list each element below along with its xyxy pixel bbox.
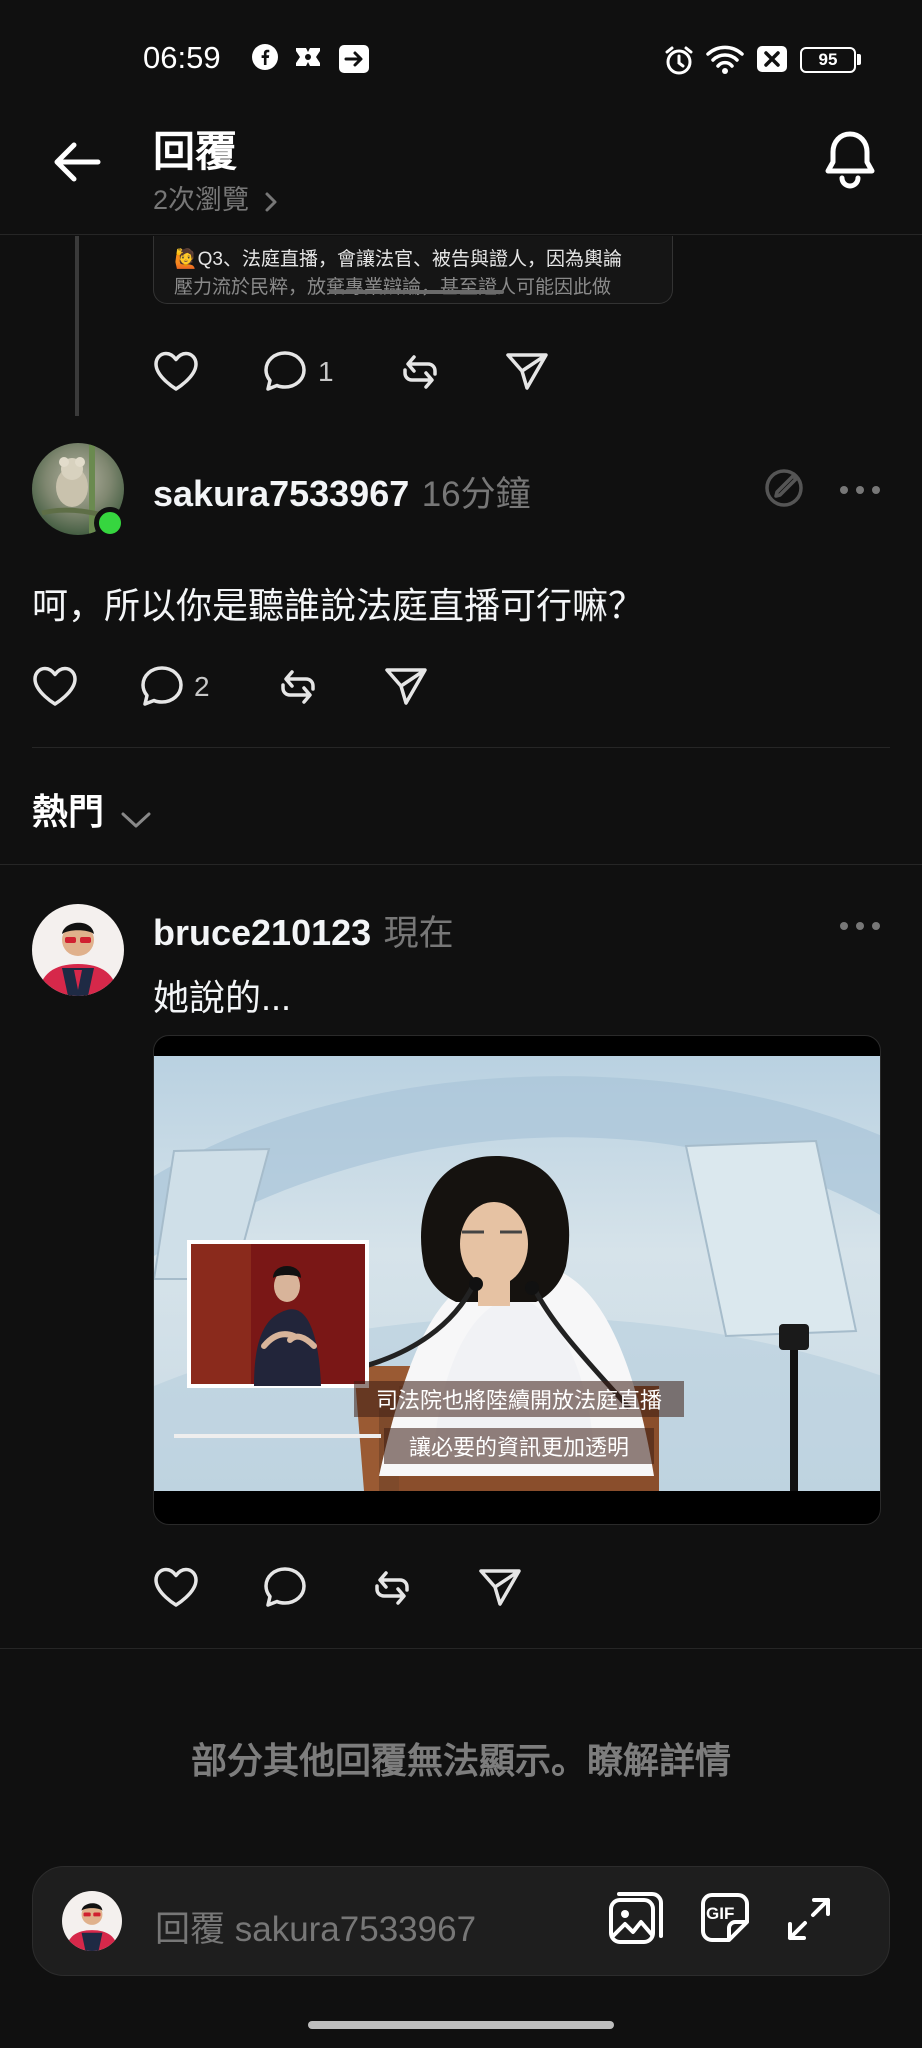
comment-button[interactable] [263, 350, 307, 392]
share-button[interactable] [478, 1566, 522, 1608]
like-button[interactable] [153, 1566, 199, 1608]
gif-icon[interactable]: GIF [697, 1890, 753, 1946]
more-options-icon[interactable] [838, 484, 882, 496]
quoted-scroll-indicator [329, 290, 504, 294]
facebook-icon [252, 44, 278, 70]
reply-input[interactable]: 回覆 sakura7533967 [155, 1901, 476, 1952]
video-frame: 司法院也將陸續開放法庭直播 讓必要的資訊更加透明 [154, 1056, 880, 1491]
chevron-down-icon [120, 810, 152, 830]
comment-button[interactable] [263, 1566, 307, 1608]
header-divider [0, 234, 922, 235]
battery-icon: 95 [800, 47, 856, 73]
like-button[interactable] [32, 665, 78, 707]
reply-count: 2 [194, 671, 210, 702]
edit-icon[interactable] [762, 466, 806, 510]
bell-icon[interactable] [822, 128, 878, 190]
reply-count: 1 [318, 356, 334, 387]
sim-icon [756, 44, 788, 74]
divider [0, 864, 922, 865]
divider [0, 1648, 922, 1649]
view-count: 2次瀏覽 [153, 185, 250, 215]
quoted-post-card[interactable]: 🙋Q3、法庭直播，會讓法官、被告與證人，因為輿論 壓力流於民粹，放棄專業辯論，甚… [153, 236, 673, 304]
arrow-box-icon [338, 44, 370, 74]
page-title: 回覆 [153, 128, 238, 175]
video-caption-line1: 司法院也將陸續開放法庭直播 [354, 1381, 684, 1417]
status-time: 06:59 [143, 40, 221, 75]
avatar [62, 1891, 122, 1951]
repost-button[interactable] [276, 665, 320, 709]
gif-label: GIF [706, 1904, 735, 1923]
expand-icon[interactable] [786, 1896, 832, 1942]
repost-button[interactable] [398, 350, 442, 394]
back-arrow-icon[interactable] [52, 140, 102, 184]
post-text: 呵，所以你是聽誰說法庭直播可行嘛？ [32, 585, 645, 626]
like-button[interactable] [153, 350, 199, 392]
share-button[interactable] [505, 350, 549, 392]
post-meta: sakura7533967 16分鐘 [153, 466, 531, 517]
repost-button[interactable] [370, 1566, 414, 1610]
image-attach-icon[interactable] [607, 1890, 665, 1948]
messenger-icon [293, 44, 323, 70]
more-options-icon[interactable] [838, 920, 882, 932]
video-caption-line2: 讓必要的資訊更加透明 [384, 1428, 654, 1464]
chevron-right-icon [263, 190, 279, 214]
username[interactable]: bruce210123 [153, 912, 371, 953]
sort-label: 熱門 [32, 791, 105, 832]
sort-dropdown[interactable]: 熱門 [32, 783, 152, 835]
post-time: 現在 [383, 914, 454, 953]
username[interactable]: sakura7533967 [153, 473, 409, 514]
wifi-icon [705, 44, 745, 74]
thread-line [75, 236, 79, 416]
battery-tip [857, 54, 861, 65]
comment-button[interactable] [140, 665, 184, 707]
avatar[interactable] [32, 904, 124, 996]
quoted-text-line1: 🙋Q3、法庭直播，會讓法官、被告與證人，因為輿論 [174, 249, 623, 270]
home-indicator[interactable] [308, 2021, 614, 2029]
divider [32, 747, 890, 748]
hidden-replies-notice[interactable]: 部分其他回覆無法顯示。瞭解詳情 [0, 1732, 922, 1784]
quoted-text-line2: 壓力流於民粹，放棄專業辯論，甚至證人可能因此做 [174, 277, 612, 298]
alarm-icon [663, 44, 695, 76]
post-meta: bruce210123 現在 [153, 905, 454, 956]
share-button[interactable] [384, 665, 428, 707]
online-status-dot [94, 507, 126, 539]
post-time: 16分鐘 [421, 475, 531, 514]
view-count-link[interactable]: 2次瀏覽 [153, 178, 279, 217]
post-text: 她說的... [153, 977, 292, 1018]
post-video[interactable]: 司法院也將陸續開放法庭直播 讓必要的資訊更加透明 [153, 1035, 881, 1525]
